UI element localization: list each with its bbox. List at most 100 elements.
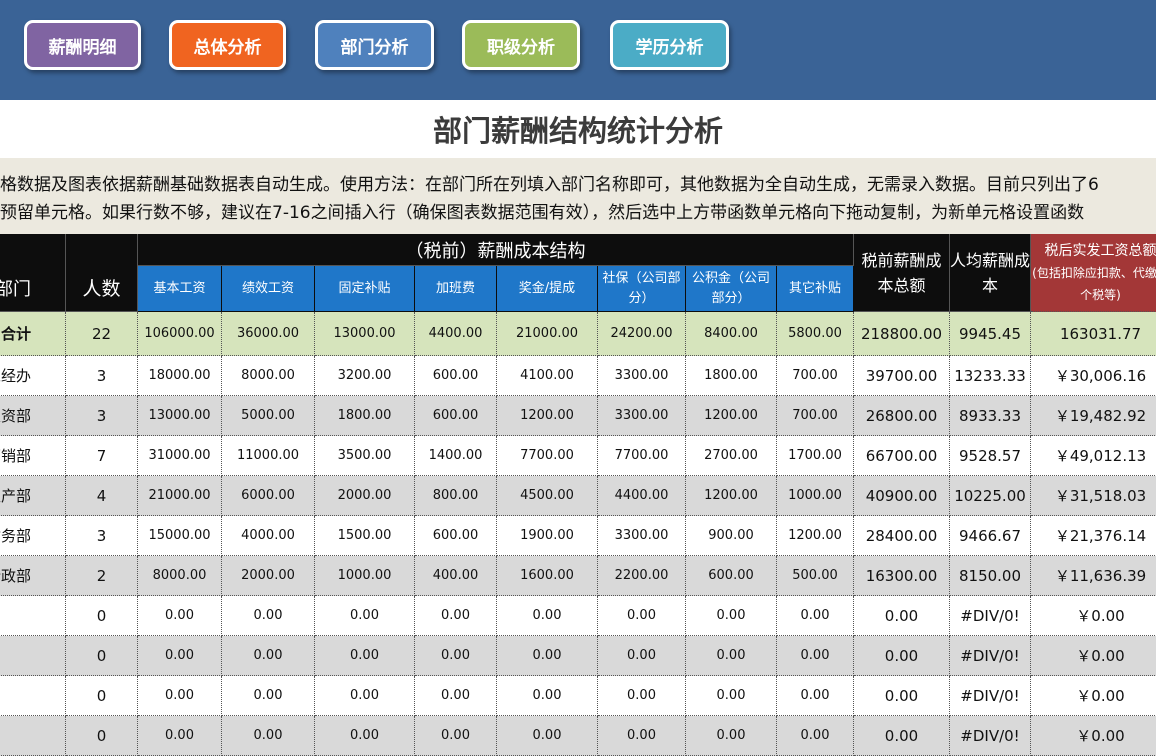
row-8-cell-3[interactable]: 0.00 (222, 636, 315, 676)
total-row-cell-1[interactable]: 22 (66, 312, 138, 356)
nav-button-salary-detail[interactable]: 薪酬明细 (24, 20, 141, 70)
total-row-cell-5[interactable]: 4400.00 (415, 312, 497, 356)
row-9-cell-9[interactable]: 0.00 (777, 676, 854, 716)
row-4-cell-6[interactable]: 4500.00 (497, 476, 598, 516)
header-sub-5[interactable]: 社保（公司部分） (598, 266, 686, 312)
header-sub-1[interactable]: 绩效工资 (222, 266, 315, 312)
row-6-cell-12[interactable]: ￥11,636.39 (1031, 556, 1156, 596)
row-5-cell-5[interactable]: 600.00 (415, 516, 497, 556)
row-5-cell-6[interactable]: 1900.00 (497, 516, 598, 556)
row-7-cell-10[interactable]: 0.00 (854, 596, 950, 636)
row-5-cell-4[interactable]: 1500.00 (315, 516, 415, 556)
row-2-cell-0[interactable]: 人资部 (0, 396, 66, 436)
total-row-cell-4[interactable]: 13000.00 (315, 312, 415, 356)
row-6-cell-10[interactable]: 16300.00 (854, 556, 950, 596)
total-row-cell-7[interactable]: 24200.00 (598, 312, 686, 356)
row-5-cell-3[interactable]: 4000.00 (222, 516, 315, 556)
header-sub-6[interactable]: 公积金（公司部分） (686, 266, 777, 312)
header-sub-7[interactable]: 其它补贴 (777, 266, 854, 312)
row-8-cell-5[interactable]: 0.00 (415, 636, 497, 676)
row-3-cell-7[interactable]: 7700.00 (598, 436, 686, 476)
header-cost-structure[interactable]: （税前）薪酬成本结构 (138, 234, 854, 266)
total-row-cell-0[interactable]: 合计 (0, 312, 66, 356)
row-2-cell-5[interactable]: 600.00 (415, 396, 497, 436)
row-2-cell-2[interactable]: 13000.00 (138, 396, 222, 436)
row-9-cell-7[interactable]: 0.00 (598, 676, 686, 716)
row-7-cell-5[interactable]: 0.00 (415, 596, 497, 636)
nav-button-department-analysis[interactable]: 部门分析 (315, 20, 434, 70)
header-headcount[interactable]: 人数 (66, 234, 138, 312)
row-1-cell-4[interactable]: 3200.00 (315, 356, 415, 396)
row-6-cell-6[interactable]: 1600.00 (497, 556, 598, 596)
row-3-cell-0[interactable]: 营销部 (0, 436, 66, 476)
row-10-cell-12[interactable]: ￥0.00 (1031, 716, 1156, 756)
nav-button-rank-analysis[interactable]: 职级分析 (462, 20, 580, 70)
row-5-cell-8[interactable]: 900.00 (686, 516, 777, 556)
row-10-cell-9[interactable]: 0.00 (777, 716, 854, 756)
row-8-cell-11[interactable]: #DIV/0! (950, 636, 1031, 676)
row-6-cell-7[interactable]: 2200.00 (598, 556, 686, 596)
row-3-cell-5[interactable]: 1400.00 (415, 436, 497, 476)
row-7-cell-1[interactable]: 0 (66, 596, 138, 636)
row-2-cell-6[interactable]: 1200.00 (497, 396, 598, 436)
total-row-cell-8[interactable]: 8400.00 (686, 312, 777, 356)
row-3-cell-12[interactable]: ￥49,012.13 (1031, 436, 1156, 476)
row-9-cell-8[interactable]: 0.00 (686, 676, 777, 716)
row-5-cell-11[interactable]: 9466.67 (950, 516, 1031, 556)
row-2-cell-3[interactable]: 5000.00 (222, 396, 315, 436)
total-row-cell-12[interactable]: 163031.77 (1031, 312, 1156, 356)
row-5-cell-9[interactable]: 1200.00 (777, 516, 854, 556)
row-10-cell-5[interactable]: 0.00 (415, 716, 497, 756)
row-4-cell-11[interactable]: 10225.00 (950, 476, 1031, 516)
row-1-cell-8[interactable]: 1800.00 (686, 356, 777, 396)
total-row-cell-11[interactable]: 9945.45 (950, 312, 1031, 356)
row-10-cell-10[interactable]: 0.00 (854, 716, 950, 756)
total-row-cell-6[interactable]: 21000.00 (497, 312, 598, 356)
row-9-cell-3[interactable]: 0.00 (222, 676, 315, 716)
row-8-cell-8[interactable]: 0.00 (686, 636, 777, 676)
row-3-cell-1[interactable]: 7 (66, 436, 138, 476)
row-3-cell-10[interactable]: 66700.00 (854, 436, 950, 476)
row-5-cell-0[interactable]: 财务部 (0, 516, 66, 556)
row-10-cell-2[interactable]: 0.00 (138, 716, 222, 756)
row-7-cell-9[interactable]: 0.00 (777, 596, 854, 636)
row-4-cell-1[interactable]: 4 (66, 476, 138, 516)
row-10-cell-7[interactable]: 0.00 (598, 716, 686, 756)
row-8-cell-6[interactable]: 0.00 (497, 636, 598, 676)
row-7-cell-12[interactable]: ￥0.00 (1031, 596, 1156, 636)
row-3-cell-2[interactable]: 31000.00 (138, 436, 222, 476)
row-1-cell-0[interactable]: 总经办 (0, 356, 66, 396)
row-8-cell-1[interactable]: 0 (66, 636, 138, 676)
row-8-cell-10[interactable]: 0.00 (854, 636, 950, 676)
row-6-cell-3[interactable]: 2000.00 (222, 556, 315, 596)
row-6-cell-11[interactable]: 8150.00 (950, 556, 1031, 596)
row-4-cell-5[interactable]: 800.00 (415, 476, 497, 516)
row-7-cell-4[interactable]: 0.00 (315, 596, 415, 636)
row-10-cell-0[interactable] (0, 716, 66, 756)
row-1-cell-11[interactable]: 13233.33 (950, 356, 1031, 396)
row-1-cell-7[interactable]: 3300.00 (598, 356, 686, 396)
row-3-cell-8[interactable]: 2700.00 (686, 436, 777, 476)
row-9-cell-6[interactable]: 0.00 (497, 676, 598, 716)
row-9-cell-11[interactable]: #DIV/0! (950, 676, 1031, 716)
row-1-cell-10[interactable]: 39700.00 (854, 356, 950, 396)
row-2-cell-8[interactable]: 1200.00 (686, 396, 777, 436)
row-9-cell-12[interactable]: ￥0.00 (1031, 676, 1156, 716)
header-department[interactable]: 部门 (0, 234, 66, 312)
row-6-cell-2[interactable]: 8000.00 (138, 556, 222, 596)
row-2-cell-4[interactable]: 1800.00 (315, 396, 415, 436)
row-3-cell-6[interactable]: 7700.00 (497, 436, 598, 476)
header-sub-4[interactable]: 奖金/提成 (497, 266, 598, 312)
row-2-cell-7[interactable]: 3300.00 (598, 396, 686, 436)
row-7-cell-8[interactable]: 0.00 (686, 596, 777, 636)
row-4-cell-3[interactable]: 6000.00 (222, 476, 315, 516)
row-9-cell-0[interactable] (0, 676, 66, 716)
header-sub-3[interactable]: 加班费 (415, 266, 497, 312)
header-sub-2[interactable]: 固定补贴 (315, 266, 415, 312)
row-10-cell-4[interactable]: 0.00 (315, 716, 415, 756)
total-row-cell-10[interactable]: 218800.00 (854, 312, 950, 356)
row-9-cell-5[interactable]: 0.00 (415, 676, 497, 716)
header-sub-0[interactable]: 基本工资 (138, 266, 222, 312)
row-3-cell-3[interactable]: 11000.00 (222, 436, 315, 476)
total-row-cell-2[interactable]: 106000.00 (138, 312, 222, 356)
